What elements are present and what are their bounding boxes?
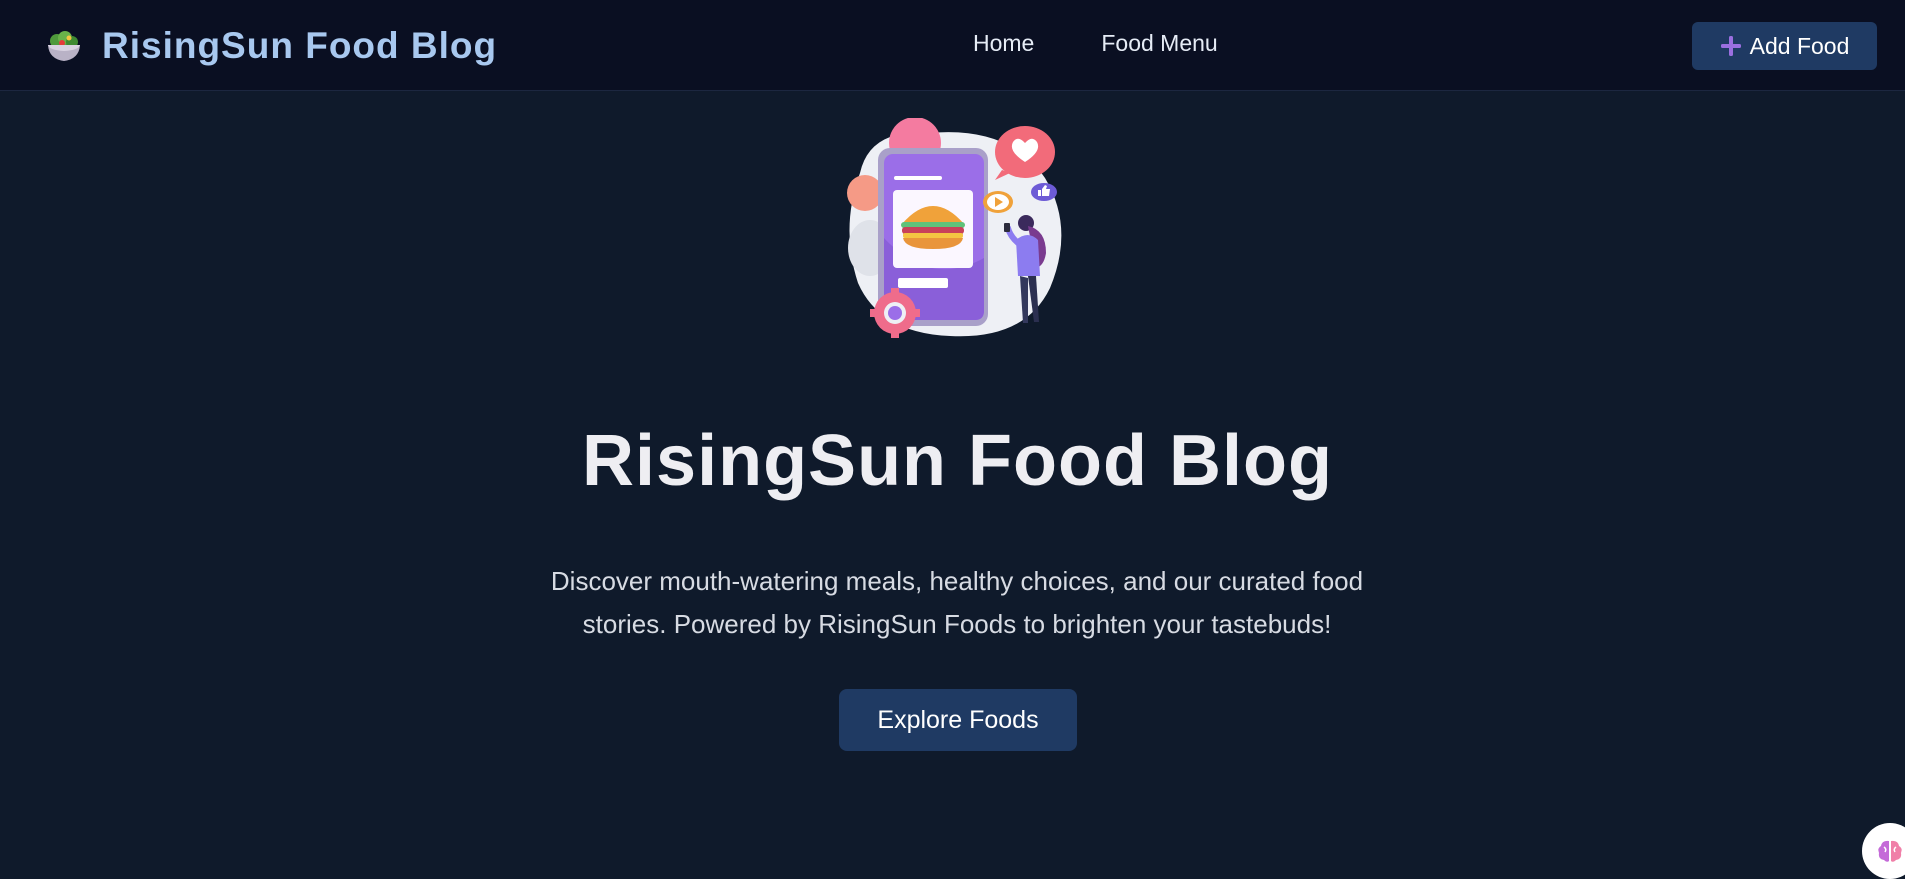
nav-links: Home Food Menu	[973, 30, 1218, 57]
add-food-label: Add Food	[1749, 32, 1850, 59]
navbar: RisingSun Food Blog Home Food Menu Add F…	[0, 0, 1905, 91]
plus-icon	[1720, 36, 1741, 56]
nav-link-home[interactable]: Home	[973, 30, 1034, 57]
hero-description: Discover mouth-watering meals, healthy c…	[550, 566, 1364, 639]
add-food-button[interactable]: Add Food	[1692, 22, 1877, 70]
brain-icon	[1878, 840, 1902, 862]
phone-burger-illustration	[847, 118, 1062, 338]
explore-foods-button[interactable]: Explore Foods	[839, 689, 1077, 751]
assistant-bubble[interactable]	[1862, 823, 1905, 879]
brand-title: RisingSun Food Blog	[102, 25, 498, 66]
salad-bowl-icon	[48, 31, 80, 61]
hero-title: RisingSun Food Blog	[582, 421, 1333, 501]
brand[interactable]: RisingSun Food Blog	[44, 25, 498, 66]
nav-link-food-menu[interactable]: Food Menu	[1101, 30, 1217, 57]
